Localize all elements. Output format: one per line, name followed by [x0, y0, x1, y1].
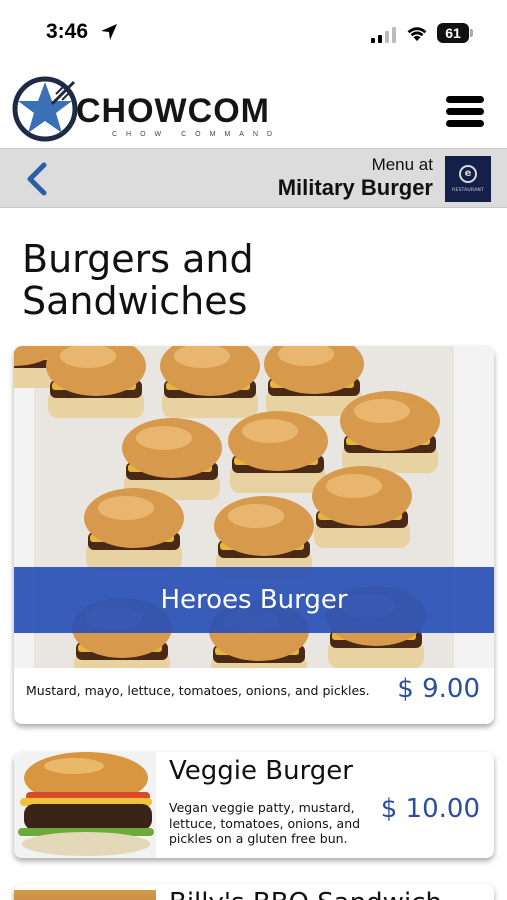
- featured-item-description: Mustard, mayo, lettuce, tomatoes, onions…: [26, 683, 370, 698]
- status-time: 3:46: [46, 20, 89, 43]
- hamburger-menu-icon[interactable]: [446, 96, 488, 132]
- status-bar: 3:46 61: [0, 0, 507, 66]
- menu-item-card-featured[interactable]: Heroes Burger Mustard, mayo, lettuce, to…: [14, 346, 494, 724]
- signal-icon: [371, 27, 396, 43]
- item-name: Veggie Burger: [169, 756, 353, 786]
- restaurant-logo[interactable]: e RESTAURANT: [445, 156, 491, 202]
- battery-level: 61: [437, 23, 469, 43]
- logo-wordmark: CHOWCOM: [76, 92, 270, 130]
- section-title: Burgers and Sandwiches: [22, 237, 254, 323]
- restaurant-emblem-icon: e: [459, 165, 477, 183]
- menu-item-card[interactable]: Billy's BBQ Sandwich: [14, 884, 494, 900]
- app-header: CHOWCOM CHOW COMMAND: [0, 66, 507, 148]
- restaurant-bar: Menu at Military Burger e RESTAURANT: [0, 148, 507, 208]
- restaurant-name: Military Burger: [277, 175, 433, 200]
- menu-at-label: Menu at: [371, 155, 433, 174]
- item-description: Vegan veggie patty, mustard, lettuce, to…: [169, 800, 361, 846]
- featured-item-name: Heroes Burger: [14, 567, 494, 633]
- chowcom-logo[interactable]: CHOWCOM CHOW COMMAND: [12, 74, 282, 144]
- featured-item-price: $ 9.00: [397, 674, 480, 704]
- battery-icon: 61: [437, 23, 473, 43]
- menu-item-card[interactable]: Veggie Burger Vegan veggie patty, mustar…: [14, 752, 494, 858]
- restaurant-logo-text: RESTAURANT: [452, 188, 484, 193]
- veggie-burger-photo: [14, 752, 156, 858]
- wifi-icon: [407, 27, 427, 41]
- item-name: Billy's BBQ Sandwich: [169, 888, 442, 900]
- chevron-left-icon[interactable]: [22, 161, 52, 197]
- item-price: $ 10.00: [380, 794, 480, 824]
- location-arrow-icon: [101, 24, 117, 40]
- bbq-sandwich-photo: [14, 884, 156, 900]
- star-logo-icon: [12, 76, 78, 142]
- logo-subtitle: CHOW COMMAND: [112, 131, 282, 138]
